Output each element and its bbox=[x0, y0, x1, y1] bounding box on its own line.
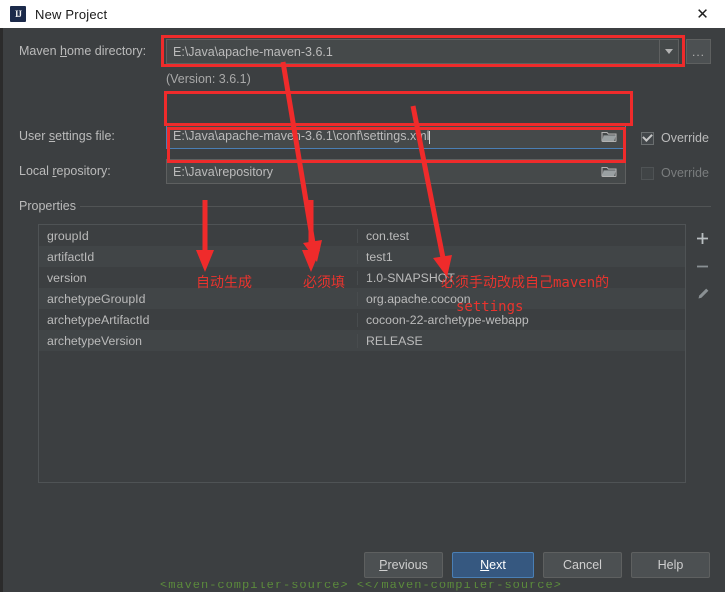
maven-home-value: E:\Java\apache-maven-3.6.1 bbox=[173, 44, 333, 59]
left-edge-strip bbox=[0, 28, 8, 592]
maven-home-label-accel: h bbox=[60, 44, 67, 58]
maven-home-label: Maven home directory: bbox=[19, 44, 146, 58]
maven-home-label-post: ome directory: bbox=[66, 44, 147, 58]
checkbox-box[interactable] bbox=[641, 131, 654, 145]
user-settings-label-post: ettings file: bbox=[55, 129, 115, 143]
local-repository-label: Local repository: bbox=[19, 164, 111, 178]
previous-button-post: revious bbox=[387, 558, 428, 572]
next-button-accel: N bbox=[480, 558, 490, 572]
maven-home-browse-button[interactable]: ... bbox=[686, 39, 711, 64]
title-bar: IJ New Project ✕ bbox=[0, 0, 725, 28]
property-value: con.test bbox=[357, 228, 685, 243]
property-key: groupId bbox=[47, 228, 89, 243]
property-key: archetypeArtifactId bbox=[47, 312, 150, 327]
help-button[interactable]: Help bbox=[631, 552, 710, 578]
property-value: test1 bbox=[357, 249, 685, 264]
user-settings-label: User settings file: bbox=[19, 129, 115, 143]
local-repository-input[interactable]: E:\Java\repository bbox=[166, 159, 626, 184]
user-settings-input[interactable]: E:\Java\apache-maven-3.6.1\conf\settings… bbox=[166, 124, 626, 149]
user-settings-value-text: E:\Java\apache-maven-3.6.1\conf\settings… bbox=[173, 129, 430, 144]
cancel-button[interactable]: Cancel bbox=[543, 552, 622, 578]
local-repository-value: E:\Java\repository bbox=[173, 164, 274, 179]
properties-table-actions bbox=[686, 224, 719, 483]
maven-version-note: (Version: 3.6.1) bbox=[166, 72, 251, 86]
previous-button[interactable]: Previous bbox=[364, 552, 443, 578]
previous-button-accel: P bbox=[379, 558, 388, 572]
user-settings-override-label: Override bbox=[661, 131, 709, 145]
local-repository-override-checkbox[interactable]: Override bbox=[641, 166, 709, 180]
folder-icon[interactable] bbox=[601, 165, 617, 178]
folder-icon[interactable] bbox=[601, 130, 617, 143]
table-row[interactable]: archetypeArtifactId cocoon-22-archetype-w… bbox=[39, 309, 685, 330]
checkbox-box[interactable] bbox=[641, 166, 654, 180]
table-row[interactable]: archetypeGroupId org.apache.cocoon bbox=[39, 288, 685, 309]
next-button[interactable]: Next bbox=[452, 552, 534, 578]
chevron-down-icon[interactable] bbox=[659, 40, 678, 63]
property-key: archetypeGroupId bbox=[47, 291, 146, 306]
properties-group-label: Properties bbox=[19, 199, 76, 213]
property-value: org.apache.cocoon bbox=[357, 291, 685, 306]
window-title: New Project bbox=[35, 6, 108, 22]
intellij-idea-icon-text: IJ bbox=[14, 8, 22, 19]
property-key: archetypeVersion bbox=[47, 333, 143, 348]
property-value: cocoon-22-archetype-webapp bbox=[357, 312, 685, 327]
property-key: version bbox=[47, 270, 87, 285]
edit-property-button[interactable] bbox=[686, 280, 719, 308]
next-button-post: ext bbox=[489, 558, 506, 572]
close-icon[interactable]: ✕ bbox=[680, 0, 725, 28]
properties-table[interactable]: groupId con.test artifactId test1 version 1.0… bbox=[38, 224, 686, 483]
dialog-body: Maven home directory: E:\Java\apache-mav… bbox=[0, 28, 725, 592]
user-settings-value: E:\Java\apache-maven-3.6.1\conf\settings… bbox=[173, 129, 601, 144]
user-settings-label-pre: User bbox=[19, 129, 49, 143]
table-row[interactable]: groupId con.test bbox=[39, 225, 685, 246]
local-repository-override-label: Override bbox=[661, 166, 709, 180]
properties-group-divider bbox=[80, 206, 711, 207]
local-repository-label-post: epository: bbox=[56, 164, 111, 178]
property-value: 1.0-SNAPSHOT bbox=[357, 270, 685, 285]
maven-home-combobox[interactable]: E:\Java\apache-maven-3.6.1 bbox=[166, 39, 679, 64]
new-project-dialog: IJ New Project ✕ Maven home directory: E… bbox=[0, 0, 725, 592]
table-row[interactable]: version 1.0-SNAPSHOT bbox=[39, 267, 685, 288]
user-settings-override-checkbox[interactable]: Override bbox=[641, 131, 709, 145]
table-row[interactable]: archetypeVersion RELEASE bbox=[39, 330, 685, 351]
property-value: RELEASE bbox=[357, 333, 685, 348]
text-caret bbox=[429, 130, 431, 144]
local-repository-label-pre: Local bbox=[19, 164, 53, 178]
property-key: artifactId bbox=[47, 249, 95, 264]
table-row[interactable]: artifactId test1 bbox=[39, 246, 685, 267]
add-property-button[interactable] bbox=[686, 224, 719, 252]
remove-property-button[interactable] bbox=[686, 252, 719, 280]
background-bleed-text: <maven-compiler-source> <</maven-compile… bbox=[0, 582, 725, 592]
intellij-idea-icon: IJ bbox=[10, 6, 26, 22]
maven-home-label-pre: Maven bbox=[19, 44, 60, 58]
background-bleed-value: <maven-compiler-source> <</maven-compile… bbox=[160, 582, 562, 592]
